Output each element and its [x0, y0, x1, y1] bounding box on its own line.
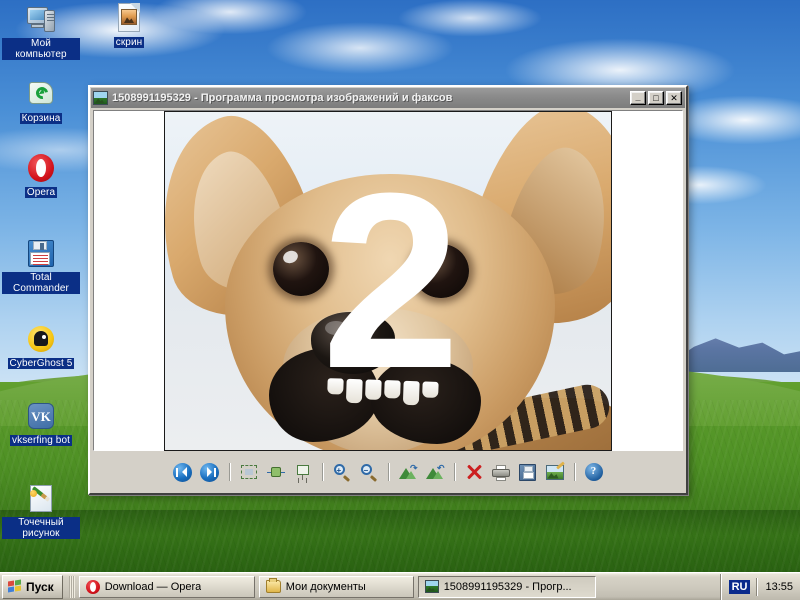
language-indicator[interactable]: RU	[728, 579, 751, 594]
window-title: 1508991195329 - Программа просмотра изоб…	[112, 92, 453, 104]
clock[interactable]: 13:55	[763, 581, 793, 593]
toolbar-separator	[453, 463, 455, 481]
desktop-icon-total-commander[interactable]: Total Commander	[2, 238, 80, 294]
image-overlay-number: 2	[321, 140, 460, 420]
folder-icon	[265, 578, 281, 593]
minimize-icon: _	[635, 92, 641, 102]
close-icon: ✕	[670, 92, 678, 103]
delete-button[interactable]	[462, 461, 486, 483]
start-button-label: Пуск	[26, 579, 54, 594]
taskbar-item-image-viewer[interactable]: 1508991195329 - Прогр...	[417, 575, 596, 598]
close-button[interactable]: ✕	[666, 91, 682, 105]
maximize-icon: □	[653, 92, 659, 103]
actual-size-icon	[266, 465, 285, 479]
slideshow-icon	[295, 464, 311, 480]
tray-separator	[756, 577, 758, 596]
slideshow-button[interactable]	[291, 461, 315, 483]
desktop-icon-bitmap-image[interactable]: Точечный рисунок	[2, 483, 80, 539]
displayed-image: 2	[164, 110, 612, 451]
desktop-icon-label: Точечный рисунок	[2, 517, 80, 539]
zoom-out-button[interactable]: −	[357, 461, 381, 483]
desktop-icon-label: Total Commander	[2, 272, 80, 294]
taskbar-item-opera[interactable]: Download — Opera	[78, 575, 255, 598]
paint-brush-icon	[25, 483, 57, 515]
best-fit-button[interactable]	[237, 461, 261, 483]
vk-icon	[25, 400, 57, 432]
viewer-toolbar[interactable]: + − ↷ ↶	[93, 454, 683, 490]
zoom-in-icon: +	[333, 463, 351, 482]
desktop-icon-label: скрин	[113, 37, 145, 48]
save-icon	[519, 463, 536, 481]
desktop-icon-cyberghost[interactable]: CyberGhost 5	[2, 323, 80, 369]
zoom-in-button[interactable]: +	[330, 461, 354, 483]
toolbar-separator	[228, 463, 230, 481]
image-canvas-area[interactable]: 2	[93, 110, 683, 451]
taskbar-item-label: Download — Opera	[104, 580, 202, 593]
delete-icon	[465, 463, 483, 481]
desktop-icon-label: Корзина	[19, 113, 63, 124]
floppy-disk-icon	[25, 238, 57, 270]
desktop-icon-label: vkserfing bot	[10, 435, 72, 446]
edit-button[interactable]	[543, 460, 567, 483]
zoom-out-icon: −	[360, 463, 378, 482]
minimize-button[interactable]: _	[630, 91, 646, 105]
help-button[interactable]	[582, 461, 606, 483]
edit-image-icon	[545, 460, 565, 480]
image-file-icon	[113, 2, 145, 34]
save-as-button[interactable]	[516, 461, 540, 483]
desktop-icon-label: CyberGhost 5	[7, 358, 75, 369]
computer-icon	[25, 4, 57, 36]
desktop-icon-my-computer[interactable]: Мой компьютер	[2, 4, 80, 60]
toolbar-separator	[387, 463, 389, 481]
recycle-bin-icon	[25, 78, 57, 110]
next-icon	[200, 462, 219, 482]
rotate-cw-icon: ↷	[398, 463, 418, 480]
desktop-icon-opera[interactable]: Opera	[2, 152, 80, 198]
window-controls[interactable]: _ □ ✕	[630, 91, 683, 105]
desktop-icon-screenshot-file[interactable]: скрин	[90, 2, 168, 48]
opera-icon	[25, 152, 57, 184]
windows-flag-icon	[8, 579, 22, 593]
best-fit-icon	[240, 465, 257, 479]
desktop-icon-vkserfing-bot[interactable]: vkserfing bot	[2, 400, 80, 446]
opera-icon	[85, 579, 100, 594]
print-button[interactable]	[489, 461, 513, 483]
window-title-bar[interactable]: 1508991195329 - Программа просмотра изоб…	[91, 88, 685, 108]
desktop-icon-label: Opera	[24, 187, 58, 198]
desktop-icon-recycle-bin[interactable]: Корзина	[2, 78, 80, 124]
taskbar[interactable]: Пуск Download — Opera Мои документы 1508…	[0, 572, 800, 600]
next-image-button[interactable]	[198, 461, 222, 483]
toolbar-separator	[573, 463, 575, 481]
system-tray[interactable]: RU 13:55	[719, 573, 800, 600]
previous-icon	[173, 462, 192, 482]
picture-icon	[93, 91, 108, 105]
taskbar-item-label: Мои документы	[285, 580, 366, 593]
desktop-icon-label: Мой компьютер	[2, 38, 80, 60]
start-button[interactable]: Пуск	[2, 574, 63, 599]
rotate-clockwise-button[interactable]: ↷	[396, 461, 420, 483]
taskbar-item-my-documents[interactable]: Мои документы	[258, 575, 414, 598]
picture-icon	[424, 580, 439, 593]
print-icon	[491, 464, 510, 481]
maximize-button[interactable]: □	[648, 91, 664, 105]
ghost-icon	[25, 323, 57, 355]
help-icon	[584, 463, 603, 481]
taskbar-item-label: 1508991195329 - Прогр...	[443, 580, 572, 593]
taskbar-grip	[68, 575, 75, 598]
toolbar-separator	[321, 463, 323, 481]
image-viewer-window[interactable]: 1508991195329 - Программа просмотра изоб…	[88, 85, 688, 495]
rotate-counter-button[interactable]: ↶	[423, 461, 447, 483]
actual-size-button[interactable]	[264, 461, 288, 483]
rotate-ccw-icon: ↶	[425, 463, 445, 480]
previous-image-button[interactable]	[171, 461, 195, 483]
